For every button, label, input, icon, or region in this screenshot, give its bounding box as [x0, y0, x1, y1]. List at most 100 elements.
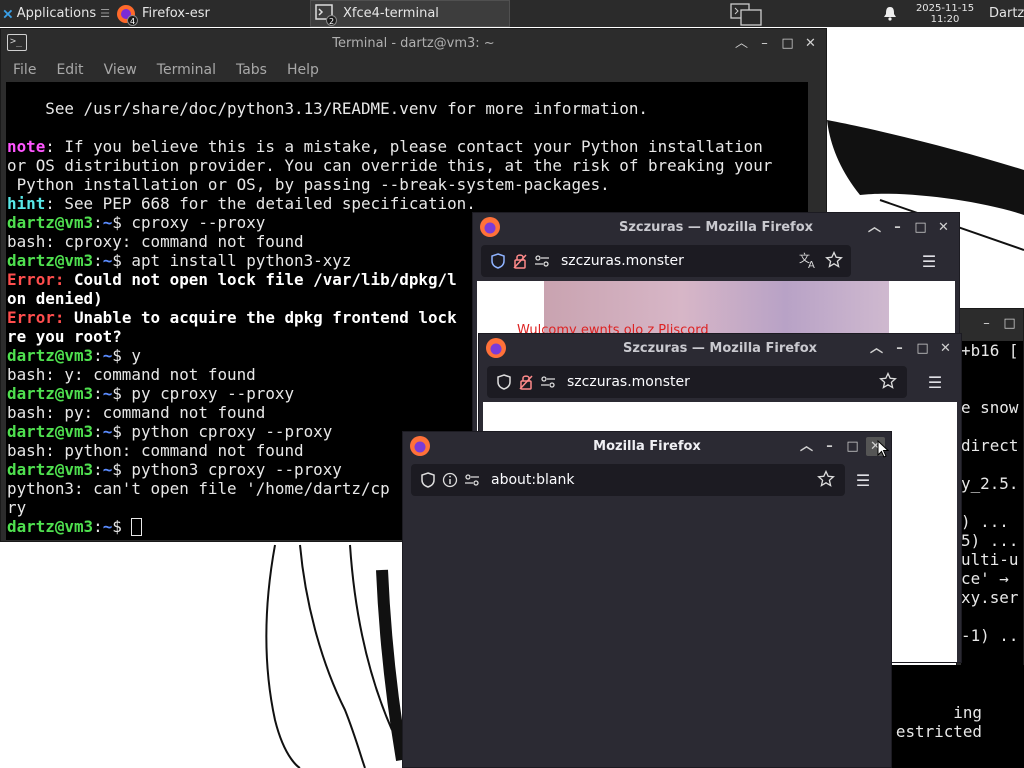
close-icon[interactable]: ✕	[936, 339, 955, 358]
firefox-logo-icon	[480, 217, 500, 237]
terminal-text: $ y	[112, 346, 141, 365]
close-icon[interactable]: ✕	[934, 218, 953, 237]
terminal-line: y_2.5.	[961, 474, 1019, 493]
maximize-icon[interactable]: □	[778, 34, 797, 53]
clock[interactable]: 2025-11-15 11:20	[905, 0, 985, 27]
page-content[interactable]	[407, 500, 887, 767]
maximize-icon[interactable]: □	[913, 339, 932, 358]
terminal-text: dartz@vm3	[7, 251, 94, 270]
firefox-logo-icon	[410, 436, 430, 456]
terminal-line: e snow	[961, 398, 1019, 417]
lock-insecure-icon[interactable]	[511, 252, 529, 270]
terminal-icon: 2	[315, 3, 337, 26]
terminal-line: -1) ..	[961, 626, 1019, 645]
translate-icon[interactable]: 文A	[799, 251, 817, 273]
terminal-fragment[interactable]: ing estricted	[888, 665, 1024, 768]
permissions-icon[interactable]	[463, 471, 481, 489]
close-icon[interactable]: ✕	[801, 34, 820, 53]
terminal-text: Could not open lock file /var/lib/dpkg/l	[73, 270, 457, 289]
minimize-icon[interactable]: –	[755, 34, 774, 53]
terminal-text: :	[93, 251, 103, 270]
url-bar[interactable]: szczuras.monster	[487, 366, 907, 398]
hamburger-menu-icon[interactable]: ☰	[919, 251, 939, 271]
terminal-text: re you root?	[7, 327, 122, 346]
tracking-protection-shield-icon[interactable]	[495, 373, 513, 391]
url-bar[interactable]: szczuras.monster 文A	[481, 245, 851, 277]
terminal-text: :	[93, 422, 103, 441]
titlebar[interactable]: Szczuras — Mozilla Firefox ︿ – □ ✕	[479, 334, 961, 362]
terminal-text: :	[93, 517, 103, 536]
maximize-icon[interactable]: □	[911, 218, 930, 237]
info-icon[interactable]	[441, 471, 459, 489]
terminal-text: ~	[102, 422, 113, 441]
titlebar[interactable]: >_ Terminal - dartz@vm3: ~ ︿ – □ ✕	[1, 29, 826, 57]
bookmark-star-icon[interactable]	[825, 250, 843, 273]
terminal-text: hint	[7, 194, 46, 213]
terminal-text: ~	[102, 460, 113, 479]
permissions-icon[interactable]	[539, 373, 557, 391]
minimize-icon[interactable]: –	[888, 218, 907, 237]
terminal-line: direct	[961, 436, 1019, 455]
firefox-window-blank[interactable]: Mozilla Firefox ︿ – □ ✕ about:blank ☰	[402, 431, 892, 768]
minimize-icon[interactable]: –	[890, 339, 909, 358]
menu-view[interactable]: View	[92, 62, 145, 78]
terminal-line: +b16 [	[961, 341, 1019, 360]
terminal-text: $	[112, 517, 132, 536]
window-count-badge: 2	[326, 14, 337, 26]
taskbar-terminal[interactable]: 2 Xfce4-terminal	[310, 0, 510, 27]
terminal-text: Error:	[7, 270, 74, 289]
menu-tabs[interactable]: Tabs	[224, 62, 275, 78]
tracking-protection-shield-icon[interactable]	[419, 471, 437, 489]
terminal-line: ing	[953, 703, 982, 722]
workspace-switcher-icon[interactable]	[728, 0, 764, 27]
menu-file[interactable]: File	[1, 62, 44, 78]
terminal-line: or OS distribution provider. You can ove…	[6, 156, 808, 175]
shade-icon[interactable]: ︿	[865, 218, 884, 237]
firefox-icon: 4	[116, 4, 138, 26]
shade-icon[interactable]: ︿	[797, 437, 816, 456]
menu-terminal[interactable]: Terminal	[145, 62, 224, 78]
applications-label: Applications	[16, 6, 97, 21]
top-panel: Applications ☰ 4 Firefox-esr 2 Xfce4-ter…	[0, 0, 1024, 27]
terminal-line: ) ...	[961, 512, 1009, 531]
terminal-text: : If you believe this is a mistake, plea…	[45, 137, 763, 156]
lock-insecure-icon[interactable]	[517, 373, 535, 391]
notification-bell-icon[interactable]	[880, 0, 900, 27]
terminal-text: $ cproxy --proxy	[112, 213, 266, 232]
bookmark-star-icon[interactable]	[879, 371, 897, 394]
taskbar-label: Firefox-esr	[142, 6, 210, 21]
terminal-text: bash: py: command not found	[7, 403, 266, 422]
taskbar-firefox[interactable]: 4 Firefox-esr	[112, 0, 308, 27]
minimize-icon[interactable]: –	[820, 437, 839, 456]
shade-icon[interactable]: ︿	[732, 34, 751, 53]
minimize-icon[interactable]: –	[977, 314, 996, 333]
menu-help[interactable]: Help	[275, 62, 327, 78]
tracking-protection-shield-icon[interactable]	[489, 252, 507, 270]
maximize-icon[interactable]: □	[1000, 314, 1019, 333]
titlebar[interactable]: Szczuras — Mozilla Firefox ︿ – □ ✕	[473, 213, 959, 241]
menu-edit[interactable]: Edit	[44, 62, 91, 78]
terminal-line: See /usr/share/doc/python3.13/README.ven…	[6, 99, 808, 118]
terminal-text: ~	[102, 384, 113, 403]
terminal-text: python3: can't open file '/home/dartz/cp	[7, 479, 390, 498]
maximize-icon[interactable]: □	[843, 437, 862, 456]
user-menu[interactable]: Dartz	[987, 0, 1024, 27]
titlebar[interactable]: Mozilla Firefox ︿ – □ ✕	[403, 432, 891, 460]
terminal-text: $ apt install python3-xyz	[112, 251, 352, 270]
url-text: szczuras.monster	[567, 374, 690, 390]
bookmark-star-icon[interactable]	[817, 469, 835, 492]
terminal-text: ry	[7, 498, 27, 517]
hamburger-menu-icon[interactable]: ☰	[925, 372, 945, 392]
permissions-icon[interactable]	[533, 252, 551, 270]
hamburger-menu-icon[interactable]: ☰	[853, 470, 873, 490]
terminal-text: Error:	[7, 308, 74, 327]
terminal-line: Python installation or OS, by passing --…	[6, 175, 808, 194]
url-bar[interactable]: about:blank	[411, 464, 845, 496]
shade-icon[interactable]: ︿	[867, 339, 886, 358]
terminal-text: dartz@vm3	[7, 517, 94, 536]
applications-menu[interactable]: Applications ☰	[0, 0, 110, 27]
terminal-text: See /usr/share/doc/python3.13/README.ven…	[7, 99, 648, 118]
